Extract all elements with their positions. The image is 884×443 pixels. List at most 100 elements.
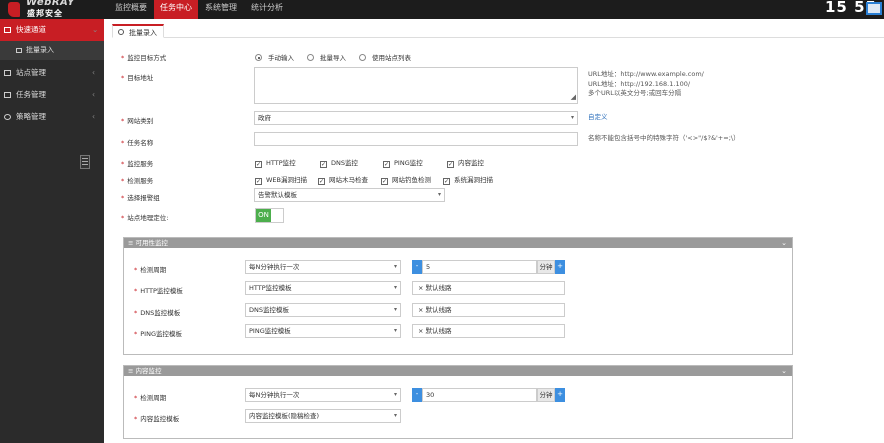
dns-line-tag[interactable]: × 默认线路	[412, 303, 565, 317]
content-cycle-stepper: - 30 分钟 +	[412, 388, 565, 402]
nav-stats[interactable]: 统计分析	[244, 0, 290, 19]
sidebar-item-site[interactable]: 站点管理 ‹	[0, 62, 104, 84]
nav-overview[interactable]: 监控概要	[108, 0, 154, 19]
radio-manual[interactable]: 手动输入	[255, 52, 294, 62]
avail-cycle-select[interactable]: 每N分钟执行一次 ▾	[245, 260, 401, 274]
http-tpl-select[interactable]: HTTP监控模板 ▾	[245, 281, 401, 295]
caret-down-icon: ▾	[393, 263, 397, 270]
checkbox-ping[interactable]: ✓ PING监控	[383, 157, 423, 168]
radio-site-list[interactable]: 使用站点列表	[359, 52, 411, 62]
logo-mark-icon	[8, 2, 20, 17]
sidebar-item-label: 站点管理	[16, 68, 46, 77]
availability-panel-header[interactable]: ≡ 可用性监控 ⌄	[124, 238, 792, 248]
alert-label: * 选择报警组	[121, 194, 160, 202]
nav-task-center[interactable]: 任务中心	[154, 0, 198, 19]
sidebar-item-task[interactable]: 任务管理 ‹	[0, 84, 104, 106]
custom-link[interactable]: 自定义	[588, 111, 608, 121]
avail-cycle-stepper: - 5 分钟 +	[412, 260, 565, 274]
sidebar-item-label: 批量录入	[26, 46, 54, 54]
dns-tpl-label: * DNS监控模板	[134, 309, 181, 317]
nav-system[interactable]: 系统管理	[198, 0, 244, 19]
method-label: * 监控目标方式	[121, 54, 167, 62]
sitetype-label: * 网站类别	[121, 117, 154, 125]
caret-down-icon: ▾	[393, 306, 397, 313]
avail-cycle-input[interactable]: 5	[422, 260, 537, 274]
checkbox-checked-icon: ✓	[443, 178, 450, 185]
content-panel-header[interactable]: ≡ 内容监控 ⌄	[124, 366, 792, 376]
sidebar-item-quick[interactable]: 快速通道 ⌄	[0, 19, 104, 41]
content-cycle-label: * 检测周期	[134, 394, 167, 402]
chevron-left-icon: ‹	[92, 112, 95, 121]
geo-toggle[interactable]: ON	[255, 208, 284, 223]
gear-icon	[4, 114, 11, 120]
tab-label: 批量录入	[129, 29, 157, 37]
ping-tpl-label: * PING监控模板	[134, 330, 182, 338]
chevron-down-icon: ⌄	[92, 25, 99, 34]
content-panel: ≡ 内容监控 ⌄	[123, 365, 793, 439]
caret-down-icon: ▾	[437, 191, 441, 198]
checkbox-trojan[interactable]: ✓ 网站木马检查	[318, 174, 368, 185]
dns-tpl-select[interactable]: DNS监控模板 ▾	[245, 303, 401, 317]
checkbox-http[interactable]: ✓ HTTP监控	[255, 157, 296, 168]
chevron-down-icon: ⌄	[781, 239, 787, 247]
avail-cycle-label: * 检测周期	[134, 266, 167, 274]
ping-tpl-select[interactable]: PING监控模板 ▾	[245, 324, 401, 338]
plus-button[interactable]: +	[555, 260, 565, 274]
checkbox-checked-icon: ✓	[320, 161, 327, 168]
tab-batch-entry[interactable]: 批量录入	[112, 24, 164, 38]
radio-checked-icon	[255, 54, 262, 61]
target-hint: URL地址：http://www.example.com/ URL地址：http…	[588, 70, 704, 97]
taskname-input[interactable]	[254, 132, 578, 146]
caret-down-icon: ▾	[393, 391, 397, 398]
chart-icon	[4, 70, 11, 76]
content-tpl-select[interactable]: 内容监控模板(隐稿检查) ▾	[245, 409, 401, 423]
ping-line-tag[interactable]: × 默认线路	[412, 324, 565, 338]
checkbox-checked-icon: ✓	[255, 161, 262, 168]
radio-icon	[307, 54, 314, 61]
tab-bar: 批量录入	[112, 24, 884, 38]
resize-handle-icon: ◢	[570, 93, 576, 101]
minus-button[interactable]: -	[412, 388, 422, 402]
content-cycle-select[interactable]: 每N分钟执行一次 ▾	[245, 388, 401, 402]
circle-icon	[118, 29, 124, 35]
caret-down-icon: ▾	[393, 284, 397, 291]
close-icon: ×	[418, 284, 424, 292]
checkbox-dns[interactable]: ✓ DNS监控	[320, 157, 358, 168]
checkbox-checked-icon: ✓	[447, 161, 454, 168]
sidebar-item-label: 快速通道	[16, 25, 46, 34]
sidebar-item-label: 任务管理	[16, 90, 46, 99]
detect-label: * 检测服务	[121, 177, 154, 185]
desktop-icon	[4, 92, 11, 98]
minus-button[interactable]: -	[412, 260, 422, 274]
share-icon	[4, 27, 11, 33]
sitetype-select[interactable]: 政府 ▾	[254, 111, 578, 125]
alert-select[interactable]: 告警默认模板 ▾	[254, 188, 445, 202]
monitor-icon[interactable]	[866, 2, 882, 15]
checkbox-sys-vuln[interactable]: ✓ 系统漏洞扫描	[443, 174, 493, 185]
target-textarea[interactable]: ◢	[254, 67, 578, 104]
unit-label: 分钟	[537, 388, 555, 402]
content-tpl-label: * 内容监控模板	[134, 415, 180, 423]
toggle-on-label: ON	[256, 209, 271, 222]
availability-title: 可用性监控	[135, 239, 169, 247]
top-bar: WebRAY 盛邦安全 监控概要 任务中心 系统管理 统计分析 15 55	[0, 0, 884, 19]
content-cycle-input[interactable]: 30	[422, 388, 537, 402]
caret-down-icon: ▾	[570, 114, 574, 121]
http-line-tag[interactable]: × 默认线路	[412, 281, 565, 295]
list-icon	[16, 48, 22, 53]
unit-label: 分钟	[537, 260, 555, 274]
sidebar-item-policy[interactable]: 策略管理 ‹	[0, 106, 104, 128]
checkbox-checked-icon: ✓	[381, 178, 388, 185]
content-title: 内容监控	[135, 367, 162, 375]
sidebar-item-batch[interactable]: 批量录入	[0, 41, 104, 60]
checkbox-checked-icon: ✓	[255, 178, 262, 185]
sidebar-collapse-button[interactable]	[80, 155, 90, 169]
radio-batch-import[interactable]: 批量导入	[307, 52, 346, 62]
checkbox-web-vuln[interactable]: ✓ WEB漏洞扫描	[255, 174, 307, 185]
taskname-label: * 任务名称	[121, 139, 154, 147]
plus-button[interactable]: +	[555, 388, 565, 402]
checkbox-phishing[interactable]: ✓ 网站钓鱼检测	[381, 174, 431, 185]
chevron-left-icon: ‹	[92, 68, 95, 77]
geo-label: * 站点地理定位:	[121, 214, 169, 222]
checkbox-content[interactable]: ✓ 内容监控	[447, 157, 484, 168]
